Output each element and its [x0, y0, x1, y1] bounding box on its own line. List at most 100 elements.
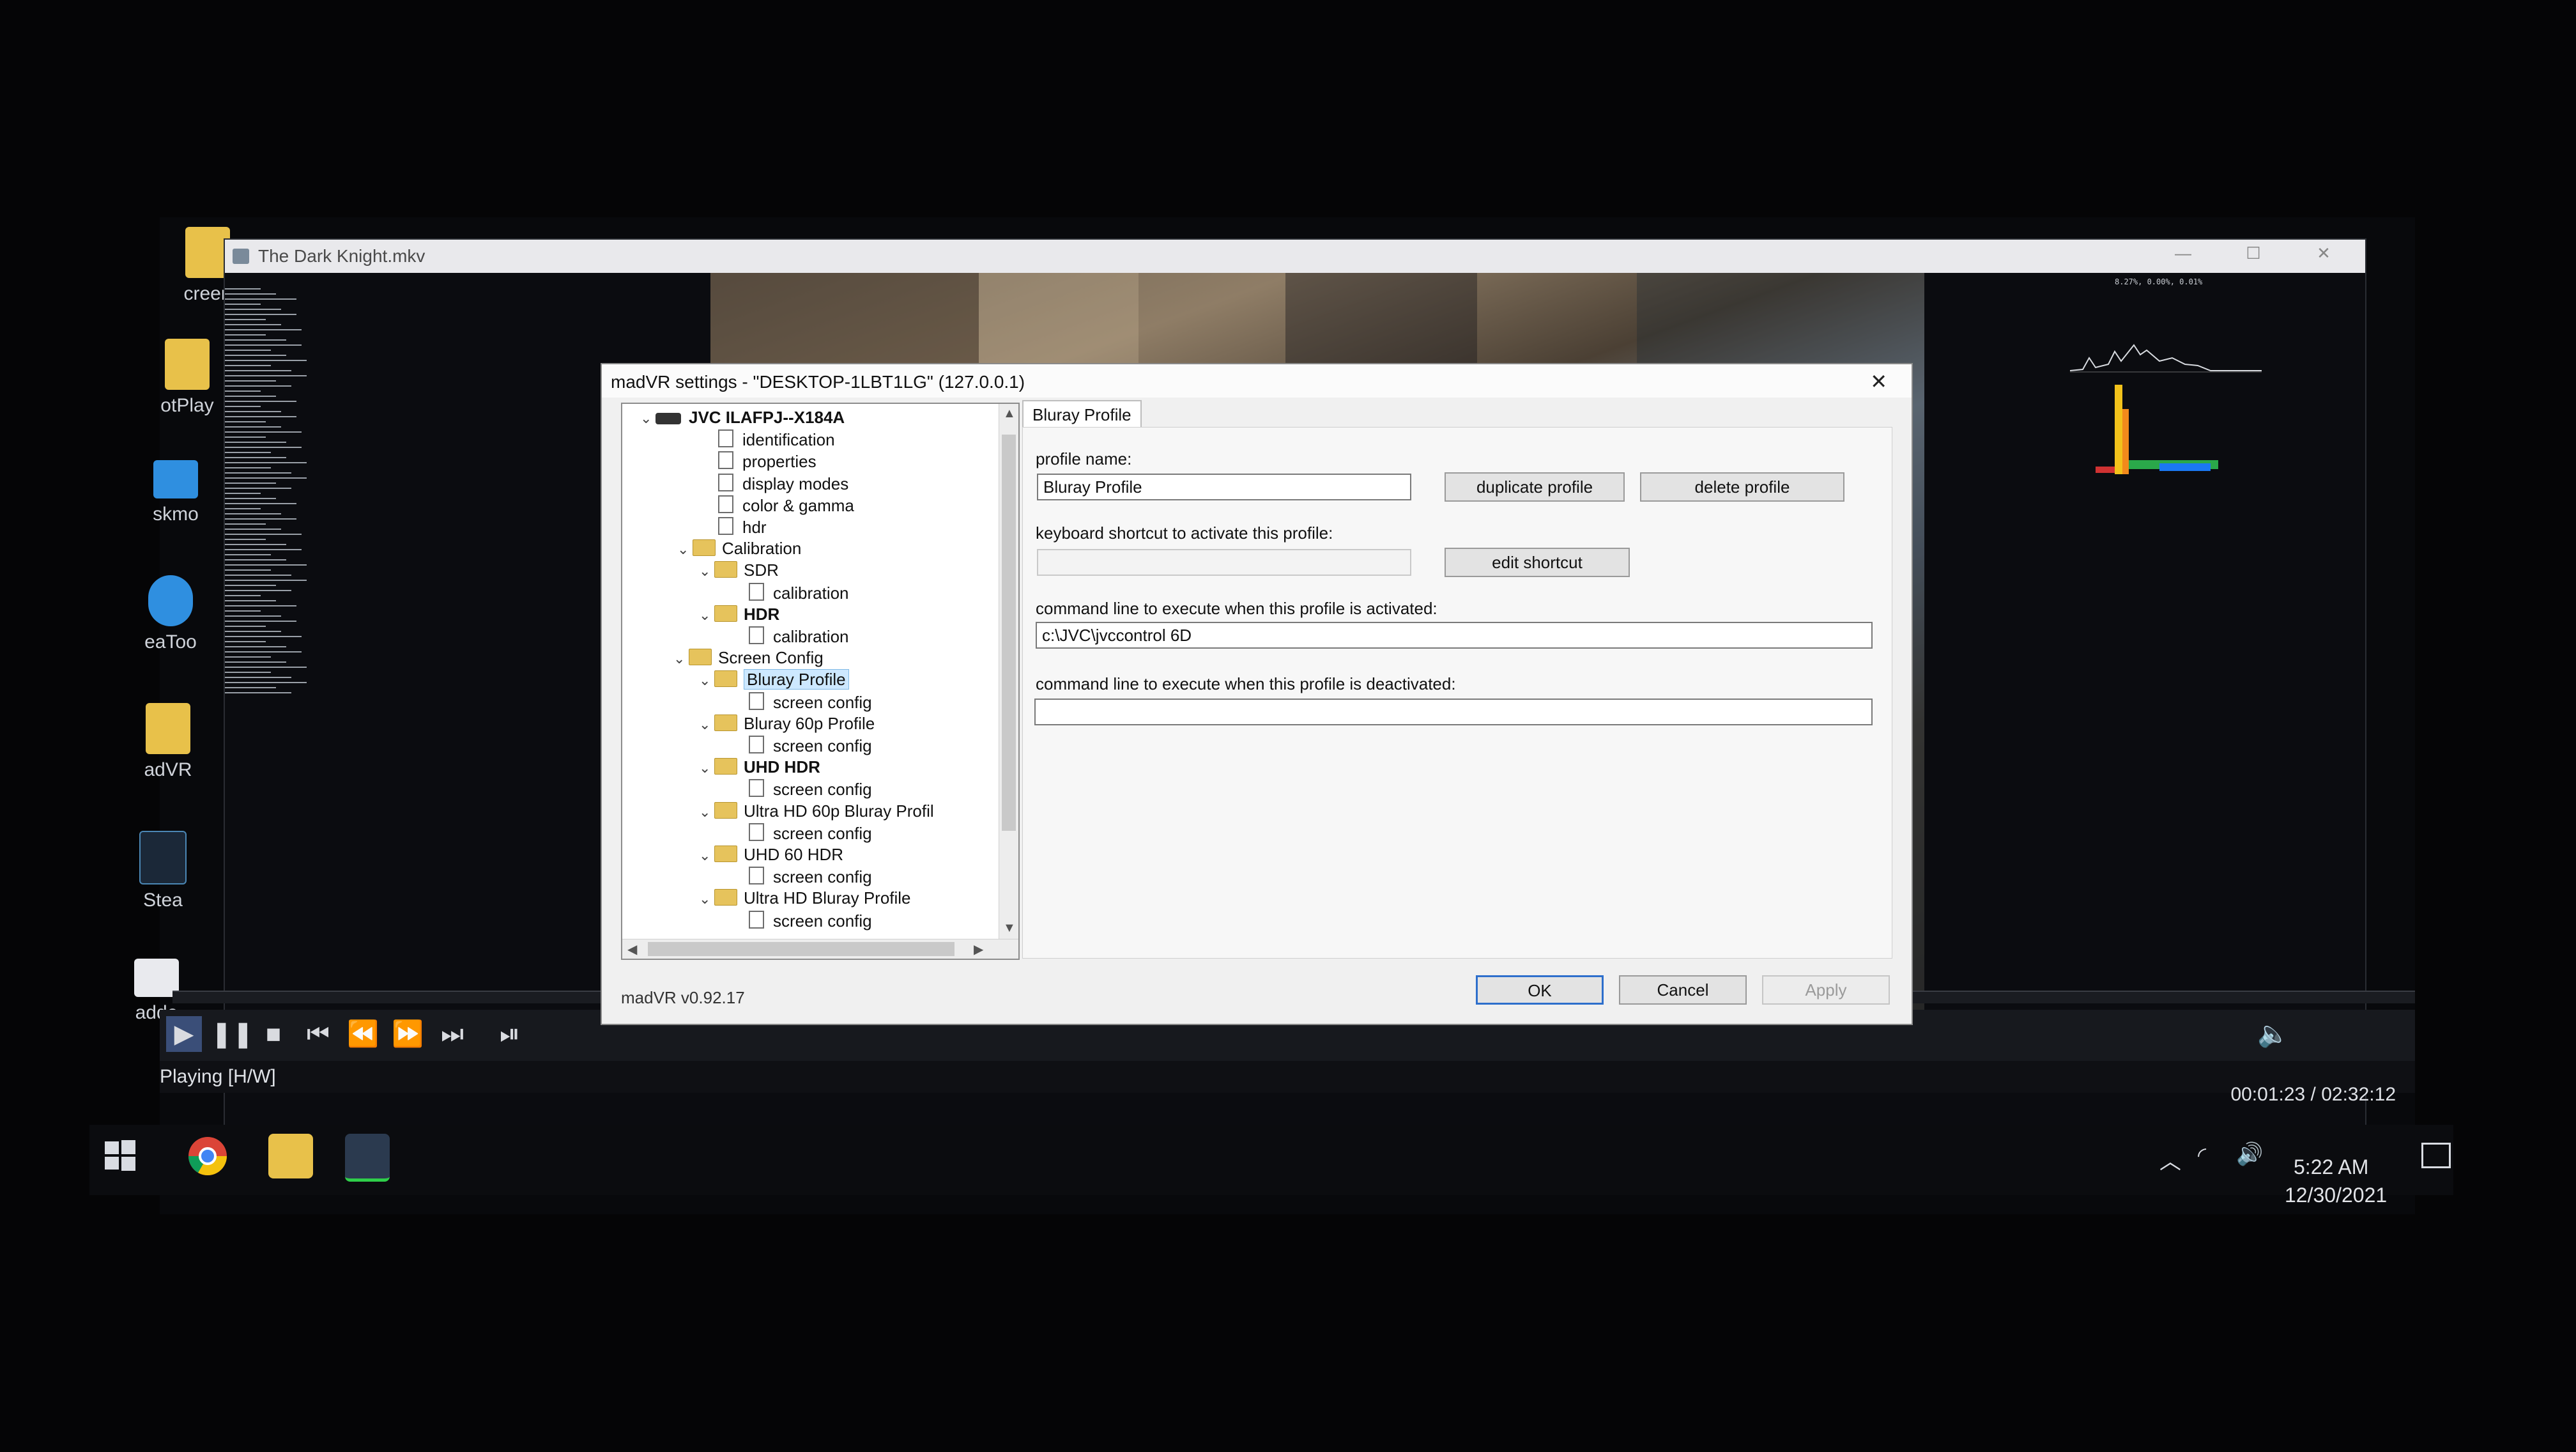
osd-line — [225, 687, 276, 688]
osd-line — [225, 447, 302, 448]
tree-item-label: Calibration — [722, 539, 802, 559]
chevron-down-icon[interactable]: ⌄ — [699, 716, 714, 733]
desktop-icon-hotplayer[interactable]: otPlay — [139, 339, 235, 417]
media-player-taskbar-icon[interactable] — [345, 1134, 390, 1182]
chevron-up-icon[interactable]: ︿ — [2159, 1144, 2181, 1175]
skip-back-icon[interactable]: ⏮ — [300, 1016, 336, 1052]
settings-page-icon — [749, 582, 764, 601]
tree-item[interactable]: ⌄ UHD 60 HDR — [699, 845, 843, 865]
tree-item[interactable]: screen config — [749, 823, 872, 844]
scrollbar-thumb[interactable] — [1002, 435, 1016, 831]
tree-item[interactable]: ⌄ Ultra HD 60p Bluray Profil — [699, 801, 934, 822]
tree-item[interactable]: properties — [718, 451, 816, 472]
chevron-down-icon[interactable]: ⌄ — [699, 891, 714, 908]
chevron-down-icon[interactable]: ⌄ — [673, 651, 689, 667]
osd-line — [225, 610, 261, 612]
scroll-left-icon[interactable]: ◀ — [627, 941, 637, 957]
osd-line — [225, 554, 271, 555]
stop-icon[interactable]: ■ — [256, 1016, 291, 1052]
osd-line — [225, 488, 291, 489]
tree-item[interactable]: ⌄ UHD HDR — [699, 757, 820, 778]
osd-line — [225, 493, 261, 494]
tree-item[interactable]: ⌄ Calibration — [677, 539, 801, 559]
edit-shortcut-button[interactable]: edit shortcut — [1445, 548, 1630, 577]
windows-start-icon[interactable] — [102, 1138, 138, 1173]
profile-name-field[interactable]: Bluray Profile — [1037, 474, 1411, 500]
tree-item[interactable]: calibration — [749, 582, 849, 603]
tree-item[interactable]: calibration — [749, 626, 849, 647]
delete-profile-button[interactable]: delete profile — [1640, 472, 1844, 502]
tree-item[interactable]: screen config — [749, 736, 872, 756]
tree-item[interactable]: hdr — [718, 517, 767, 537]
minimize-icon[interactable]: — — [2161, 243, 2205, 269]
settings-page-icon — [749, 823, 764, 841]
desktop-icon-desktop-mode[interactable]: skmo — [128, 460, 224, 525]
chevron-down-icon[interactable]: ⌄ — [699, 672, 714, 689]
close-icon[interactable]: ✕ — [2301, 243, 2346, 269]
chevron-down-icon[interactable]: ⌄ — [699, 804, 714, 821]
chevron-down-icon[interactable]: ⌄ — [640, 410, 656, 427]
taskbar-clock-time[interactable]: 5:22 AM — [2294, 1155, 2368, 1179]
deactivate-command-field[interactable] — [1034, 699, 1873, 725]
tab-bluray-profile[interactable]: Bluray Profile — [1022, 400, 1142, 429]
desktop-icon-seatools[interactable]: eaToo — [123, 575, 218, 653]
maximize-icon[interactable]: ☐ — [2231, 243, 2276, 269]
tree-item-label: hdr — [742, 518, 767, 537]
chevron-down-icon[interactable]: ⌄ — [699, 563, 714, 580]
tree-item[interactable]: screen config — [749, 867, 872, 887]
tree-item[interactable]: screen config — [749, 910, 872, 931]
play-icon[interactable]: ▶ — [166, 1016, 202, 1052]
tree-item[interactable]: ⌄ SDR — [699, 560, 779, 581]
volume-icon[interactable]: 🔈 — [2255, 1016, 2291, 1052]
player-titlebar[interactable]: The Dark Knight.mkv — ☐ ✕ — [225, 240, 2365, 273]
scroll-up-icon[interactable]: ▲ — [1003, 406, 1016, 421]
madvr-settings-dialog[interactable]: madVR settings - "DESKTOP-1LBT1LG" (127.… — [601, 363, 1913, 1025]
fast-forward-icon[interactable]: ⏩ — [390, 1016, 425, 1052]
speaker-icon[interactable]: 🔊 — [2236, 1141, 2263, 1167]
scrollbar-thumb[interactable] — [648, 942, 954, 956]
ok-button[interactable]: OK — [1476, 975, 1604, 1005]
chevron-down-icon[interactable]: ⌄ — [699, 760, 714, 776]
player-status-bar: Playing [H/W] 00:01:23 / 02:32:12 — [160, 1061, 2415, 1105]
file-explorer-icon[interactable] — [268, 1134, 313, 1178]
tree-item[interactable]: ⌄ Bluray 60p Profile — [699, 714, 875, 734]
chrome-icon[interactable] — [185, 1134, 230, 1178]
close-icon[interactable]: ✕ — [1870, 369, 1887, 394]
notification-icon[interactable] — [2421, 1143, 2451, 1168]
tree-item[interactable]: color & gamma — [718, 495, 854, 516]
cancel-button[interactable]: Cancel — [1619, 975, 1747, 1005]
tree-vertical-scrollbar[interactable]: ▲ ▼ — [999, 404, 1018, 959]
tree-item[interactable]: ⌄ HDR — [699, 605, 779, 625]
tree-item[interactable]: ⌄ Bluray Profile — [699, 669, 849, 690]
shortcut-field[interactable] — [1037, 549, 1411, 576]
network-icon[interactable]: ◜ — [2198, 1143, 2206, 1168]
frame-step-icon[interactable]: ⏯ — [492, 1016, 528, 1052]
desktop-icon-madvr[interactable]: adVR — [120, 703, 216, 781]
desktop-icon-steam[interactable]: Stea — [115, 831, 211, 911]
scroll-down-icon[interactable]: ▼ — [1003, 921, 1016, 936]
tree-item[interactable]: ⌄ Screen Config — [673, 648, 824, 668]
dialog-titlebar[interactable]: madVR settings - "DESKTOP-1LBT1LG" (127.… — [602, 364, 1912, 398]
tree-item[interactable]: display modes — [718, 473, 848, 494]
chevron-down-icon[interactable]: ⌄ — [677, 541, 693, 558]
tree-item[interactable]: identification — [718, 429, 835, 450]
tree-item[interactable]: screen config — [749, 691, 872, 713]
tree-item[interactable]: ⌄ Ultra HD Bluray Profile — [699, 888, 911, 909]
scroll-right-icon[interactable]: ▶ — [974, 941, 983, 957]
osd-line — [225, 585, 276, 586]
tree-horizontal-scrollbar[interactable]: ◀ ▶ — [622, 939, 1018, 959]
rewind-icon[interactable]: ⏪ — [345, 1016, 381, 1052]
taskbar-clock-date[interactable]: 12/30/2021 — [2285, 1184, 2387, 1207]
chevron-down-icon[interactable]: ⌄ — [699, 607, 714, 624]
tree-item[interactable]: ⌄ JVC ILAFPJ--X184A — [640, 408, 845, 428]
settings-page-icon — [749, 867, 764, 885]
activate-command-field[interactable]: c:\JVC\jvccontrol 6D — [1036, 622, 1873, 649]
apply-button[interactable]: Apply — [1762, 975, 1890, 1005]
duplicate-profile-button[interactable]: duplicate profile — [1445, 472, 1625, 502]
skip-forward-icon[interactable]: ⏭ — [434, 1016, 470, 1052]
pause-icon[interactable]: ❚❚ — [211, 1016, 254, 1052]
tree-item[interactable]: screen config — [749, 779, 872, 799]
tree-item-label: Bluray Profile — [744, 669, 849, 690]
chevron-down-icon[interactable]: ⌄ — [699, 847, 714, 864]
settings-tree[interactable]: ⌄ JVC ILAFPJ--X184A identification properti… — [621, 403, 1020, 960]
